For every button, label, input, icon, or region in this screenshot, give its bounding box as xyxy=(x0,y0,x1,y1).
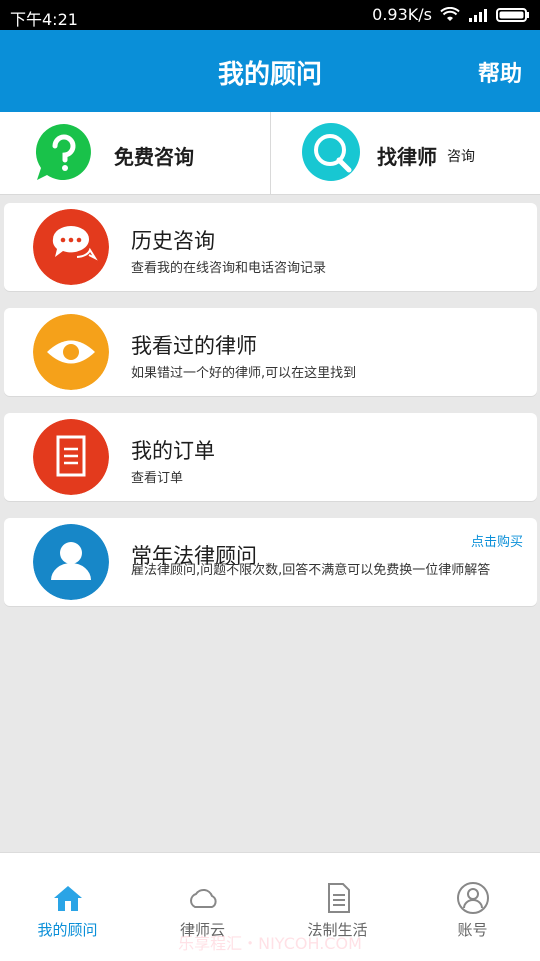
quick-actions: 免费咨询 找律师 咨询 xyxy=(0,112,540,195)
viewed-lawyers-card[interactable]: 我看过的律师 如果错过一个好的律师,可以在这里找到 xyxy=(4,308,537,396)
chat-bubble-icon xyxy=(33,209,109,285)
wifi-icon xyxy=(440,6,460,21)
history-consult-card[interactable]: 历史咨询 查看我的在线咨询和电话咨询记录 xyxy=(4,203,537,291)
bottom-navigation: 我的顾问 律师云 法制生活 账号 xyxy=(0,852,540,961)
cloud-icon xyxy=(189,889,217,908)
help-button[interactable]: 帮助 xyxy=(478,56,522,88)
home-icon xyxy=(53,886,82,911)
status-bar: 下午4:21 0.93K/s xyxy=(0,0,540,30)
status-time: 下午4:21 xyxy=(10,10,78,29)
user-avatar-icon xyxy=(33,524,109,600)
my-orders-card[interactable]: 我的订单 查看订单 xyxy=(4,413,537,501)
card-subtitle: 如果错过一个好的律师,可以在这里找到 xyxy=(131,366,357,381)
document-icon xyxy=(33,419,109,495)
card-subtitle: 雇法律顾问,问题不限次数,回答不满意可以免费换一位律师解答 xyxy=(131,563,491,578)
battery-icon xyxy=(496,7,529,22)
card-subtitle: 查看我的在线咨询和电话咨询记录 xyxy=(131,261,327,276)
network-speed: 0.93K/s xyxy=(372,5,432,24)
tab-account[interactable]: 账号 xyxy=(405,853,540,961)
tab-lawyer-cloud[interactable]: 律师云 xyxy=(135,853,270,961)
find-lawyer-sub: 咨询 xyxy=(447,149,475,165)
search-magnifier-icon xyxy=(302,123,360,181)
nav-label: 账号 xyxy=(457,921,488,939)
find-lawyer-label: 找律师 xyxy=(377,145,437,169)
tab-my-advisor[interactable]: 我的顾问 xyxy=(0,853,135,961)
card-title: 历史咨询 xyxy=(131,229,215,253)
document-icon xyxy=(327,883,350,913)
eye-icon xyxy=(33,314,109,390)
card-title: 我看过的律师 xyxy=(131,334,257,358)
find-lawyer-button[interactable]: 找律师 咨询 xyxy=(270,112,540,194)
tab-legal-life[interactable]: 法制生活 xyxy=(270,853,405,961)
account-icon xyxy=(456,882,489,914)
legal-advisor-card[interactable]: 常年法律顾问 雇法律顾问,问题不限次数,回答不满意可以免费换一位律师解答 点击购… xyxy=(4,518,537,606)
nav-label: 法制生活 xyxy=(307,921,368,939)
free-consult-label: 免费咨询 xyxy=(114,145,194,169)
nav-label: 律师云 xyxy=(179,921,225,939)
card-title: 我的订单 xyxy=(131,439,215,463)
question-bubble-icon xyxy=(35,123,91,180)
signal-icon xyxy=(469,8,487,22)
free-consult-button[interactable]: 免费咨询 xyxy=(0,112,270,194)
status-indicators: 0.93K/s xyxy=(372,5,530,24)
nav-label: 我的顾问 xyxy=(37,921,98,939)
card-subtitle: 查看订单 xyxy=(131,471,184,486)
buy-button[interactable]: 点击购买 xyxy=(471,531,523,550)
app-header: 我的顾问 帮助 xyxy=(0,30,540,112)
page-title: 我的顾问 xyxy=(217,60,322,90)
